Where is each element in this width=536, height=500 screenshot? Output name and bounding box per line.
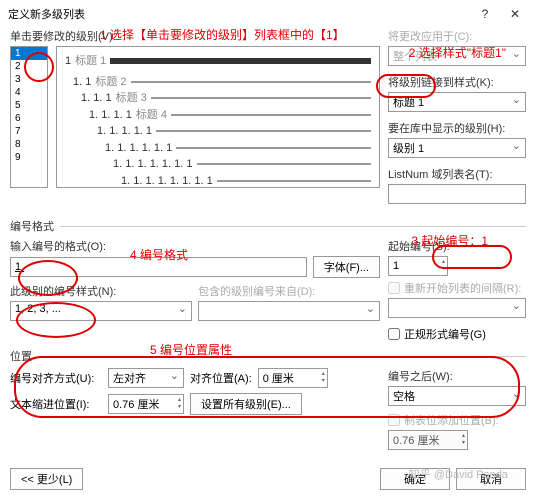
titlebar: 定义新多级列表 ? ✕	[0, 0, 536, 28]
apply-to-select[interactable]: 整个列表	[388, 46, 526, 66]
link-style-select[interactable]: 标题 1	[388, 92, 526, 112]
watermark: 知乎 @David Panda	[409, 466, 508, 482]
show-in-label: 要在库中显示的级别(H):	[388, 120, 526, 136]
restart-check	[388, 282, 400, 294]
font-button[interactable]: 字体(F)...	[313, 256, 380, 278]
close-button[interactable]: ✕	[502, 4, 528, 24]
numfmt-legend: 编号格式	[10, 218, 60, 234]
level-item[interactable]: 6	[11, 112, 47, 125]
level-item[interactable]: 5	[11, 99, 47, 112]
include-select	[198, 301, 380, 321]
tab-input	[389, 432, 467, 448]
start-label: 起始编号(S):	[388, 238, 526, 254]
level-item[interactable]: 9	[11, 151, 47, 164]
level-item[interactable]: 8	[11, 138, 47, 151]
listnum-input[interactable]	[388, 184, 526, 204]
level-item[interactable]: 7	[11, 125, 47, 138]
dialog-title: 定义新多级列表	[8, 6, 85, 22]
click-level-label: 单击要修改的级别(V):	[10, 28, 380, 44]
follow-select[interactable]: 空格	[388, 386, 526, 406]
align-select[interactable]: 左对齐	[108, 368, 184, 388]
start-input[interactable]	[389, 258, 447, 274]
set-all-button[interactable]: 设置所有级别(E)...	[190, 393, 302, 415]
preview-pane: 1标题 1 1. 1标题 2 1. 1. 1标题 3 1. 1. 1. 1标题 …	[56, 46, 380, 188]
apply-to-label: 将更改应用于(C):	[388, 28, 526, 44]
include-label: 包含的级别编号来自(D):	[198, 283, 380, 299]
show-in-select[interactable]: 级别 1	[388, 138, 526, 158]
follow-label: 编号之后(W):	[388, 368, 526, 384]
legal-label: 正规形式编号(G)	[404, 326, 486, 342]
tab-label: 制表位添加位置(B):	[404, 412, 499, 428]
restart-select	[388, 298, 526, 318]
align-label: 编号对齐方式(U):	[10, 370, 102, 386]
position-legend: 位置	[10, 348, 38, 364]
level-item[interactable]: 4	[11, 86, 47, 99]
num-fmt-input[interactable]	[10, 257, 307, 277]
less-button[interactable]: << 更少(L)	[10, 468, 83, 490]
link-style-label: 将级别链接到样式(K):	[388, 74, 526, 90]
indent-input[interactable]	[109, 396, 183, 412]
indent-label: 文本缩进位置(I):	[10, 396, 102, 412]
tab-check	[388, 414, 400, 426]
align-at-label: 对齐位置(A):	[190, 370, 252, 386]
level-listbox[interactable]: 1 2 3 4 5 6 7 8 9	[10, 46, 48, 188]
listnum-label: ListNum 域列表名(T):	[388, 166, 526, 182]
align-at-input[interactable]	[259, 370, 327, 386]
level-item[interactable]: 3	[11, 73, 47, 86]
restart-label: 重新开始列表的间隔(R):	[404, 280, 521, 296]
help-button[interactable]: ?	[472, 4, 498, 24]
enter-fmt-label: 输入编号的格式(O):	[10, 238, 380, 254]
level-item[interactable]: 1	[11, 47, 47, 60]
num-style-select[interactable]: 1, 2, 3, ...	[10, 301, 192, 321]
level-item[interactable]: 2	[11, 60, 47, 73]
num-style-label: 此级别的编号样式(N):	[10, 283, 192, 299]
legal-check[interactable]	[388, 328, 400, 340]
